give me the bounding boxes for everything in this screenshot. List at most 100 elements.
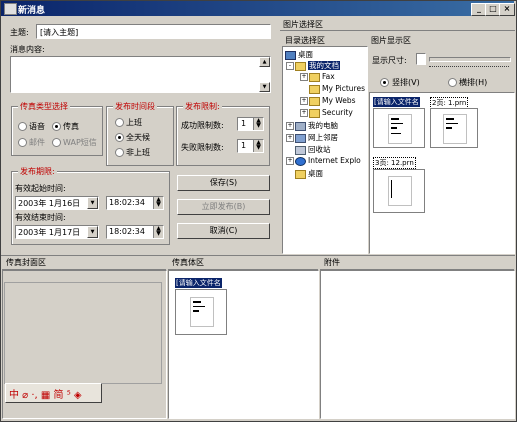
tree-item-security[interactable]: + Security — [300, 108, 353, 118]
page-icon — [190, 297, 214, 327]
fax-cover-header: 传真封面区 — [2, 257, 166, 270]
tree-item-desktop2[interactable]: 桌面 — [295, 168, 323, 179]
radio-fax[interactable] — [52, 122, 61, 131]
fail-limit-label: 失败限制数: — [181, 143, 224, 152]
folder-icon — [295, 169, 306, 179]
fail-limit-spinner[interactable]: 1 ▲ ▼ — [237, 139, 264, 153]
title-bar[interactable]: 新消息 _ □ × — [1, 1, 515, 16]
fax-body-thumb-caption: [请输入文件名 — [175, 278, 222, 288]
tree-item-ie[interactable]: + Internet Explo — [286, 156, 361, 166]
size-slider-ticks — [429, 66, 509, 70]
app-icon — [4, 3, 17, 15]
send-limit-title: 发布限制: — [183, 101, 222, 112]
save-button[interactable]: 保存(S) — [177, 175, 270, 191]
tree-item-mywebs[interactable]: + My Webs — [300, 96, 356, 106]
end-date-picker[interactable]: 2003年 1月17日 ▼ — [15, 225, 99, 239]
radio-offhours-label: 非上班 — [126, 148, 150, 157]
page-icon — [388, 176, 412, 206]
thumbnail-3[interactable] — [373, 169, 425, 213]
chevron-down-icon[interactable]: ▼ — [87, 226, 98, 238]
subject-label: 主题: — [10, 28, 29, 37]
radio-fax-label: 传真 — [63, 122, 79, 131]
start-time-value: 18:02:34 — [109, 198, 145, 207]
tree-item-desktop[interactable]: 桌面 — [285, 49, 313, 60]
radio-allday-label: 全天候 — [126, 133, 150, 142]
fax-type-title: 传真类型选择 — [18, 101, 70, 112]
start-date-picker[interactable]: 2003年 1月16日 ▼ — [15, 196, 99, 210]
size-slider-track[interactable] — [429, 57, 511, 62]
send-limit-group: 发布限制: 成功限制数: 1 ▲ ▼ 失败限制数: 1 ▲ ▼ — [176, 101, 270, 166]
thumbnail-1[interactable] — [373, 108, 425, 148]
radio-vertical-label: 竖排(V) — [392, 78, 420, 87]
divider — [1, 255, 515, 256]
window-title: 新消息 — [18, 6, 46, 16]
scroll-up-arrow[interactable]: ▲ — [259, 57, 270, 67]
message-textarea[interactable]: ▲ ▼ — [10, 56, 271, 93]
start-time-picker[interactable]: 18:02:34 ▲ ▼ — [106, 196, 164, 210]
scroll-down-arrow[interactable]: ▼ — [259, 82, 270, 92]
computer-icon — [295, 121, 306, 131]
tree-item-mydocs[interactable]: - 我的文档 — [286, 60, 340, 71]
cancel-button[interactable]: 取消(C) — [177, 223, 270, 239]
radio-email-label: 邮件 — [29, 138, 45, 147]
start-time-arrows[interactable]: ▲ ▼ — [153, 197, 163, 209]
subject-value: [请入主题] — [40, 28, 79, 37]
attachment-area[interactable] — [320, 270, 515, 419]
subject-input[interactable]: [请入主题] — [36, 24, 271, 39]
picture-display-title: 图片显示区 — [371, 36, 411, 45]
folder-icon — [309, 108, 320, 118]
thumbnail-2[interactable] — [430, 108, 478, 148]
folder-icon — [295, 61, 306, 71]
radio-wap-label: WAP短信 — [63, 138, 97, 147]
fail-limit-arrows[interactable]: ▲ ▼ — [253, 140, 263, 152]
start-date-value: 2003年 1月16日 — [18, 199, 81, 208]
fax-body-area[interactable]: [请输入文件名 — [168, 270, 319, 419]
page-icon — [443, 114, 467, 144]
success-limit-spinner[interactable]: 1 ▲ ▼ — [237, 117, 264, 131]
radio-vertical[interactable] — [380, 78, 389, 87]
divider — [280, 30, 515, 31]
tree-item-recyclebin[interactable]: 回收站 — [295, 144, 331, 155]
tree-item-fax[interactable]: + Fax — [300, 72, 335, 82]
radio-voice[interactable] — [18, 122, 27, 131]
ime-toolbar-text: 中 ⌀ ·, ▦ 简 ⁵ ◈ — [9, 390, 82, 401]
close-button[interactable]: × — [499, 3, 515, 16]
radio-wap[interactable] — [52, 138, 61, 147]
ime-toolbar[interactable]: 中 ⌀ ·, ▦ 简 ⁵ ◈ — [5, 383, 102, 403]
radio-email[interactable] — [18, 138, 27, 147]
tree-item-mycomputer[interactable]: + 我的电脑 — [286, 120, 338, 131]
end-time-picker[interactable]: 18:02:34 ▲ ▼ — [106, 225, 164, 239]
radio-allday[interactable] — [115, 133, 124, 142]
validity-title: 发布期限: — [18, 166, 57, 177]
send-time-title: 发布时间段 — [113, 101, 157, 112]
attachment-title: 附件 — [324, 258, 340, 267]
folder-icon — [309, 72, 320, 82]
tree-item-network[interactable]: + 网上邻居 — [286, 132, 338, 143]
radio-voice-label: 语音 — [29, 122, 45, 131]
fax-cover-preview — [4, 282, 162, 384]
picture-display-area[interactable]: [请输入文件名 2页: 1.prn 3页: 12.prn — [369, 92, 515, 254]
fax-body-thumbnail[interactable] — [175, 289, 227, 335]
success-limit-arrows[interactable]: ▲ ▼ — [253, 118, 263, 130]
page-icon — [388, 114, 412, 144]
radio-offhours[interactable] — [115, 148, 124, 157]
end-time-arrows[interactable]: ▲ ▼ — [153, 226, 163, 238]
picture-select-title: 图片选择区 — [283, 20, 323, 29]
desktop-icon — [285, 50, 296, 60]
end-time-value: 18:02:34 — [109, 227, 145, 236]
publish-button[interactable]: 立即发布(B) — [177, 199, 270, 215]
ie-icon — [295, 156, 306, 166]
fax-cover-title: 传真封面区 — [6, 258, 46, 267]
size-checkbox[interactable] — [416, 53, 426, 65]
radio-horizontal[interactable] — [448, 78, 457, 87]
attachment-header: 附件 — [320, 257, 514, 270]
chevron-down-icon[interactable]: ▼ — [87, 197, 98, 209]
radio-workhours[interactable] — [115, 118, 124, 127]
display-size-label: 显示尺寸: — [372, 56, 407, 65]
directory-tree[interactable]: 桌面 - 我的文档 + Fax My Pictures + My Webs + Secu… — [282, 46, 368, 254]
success-limit-value: 1 — [241, 119, 247, 128]
folder-icon — [309, 84, 320, 94]
tree-item-mypictures[interactable]: My Pictures — [309, 84, 365, 94]
recycle-bin-icon — [295, 145, 306, 155]
fax-type-group: 传真类型选择 语音 传真 邮件 WAP短信 — [11, 101, 103, 156]
